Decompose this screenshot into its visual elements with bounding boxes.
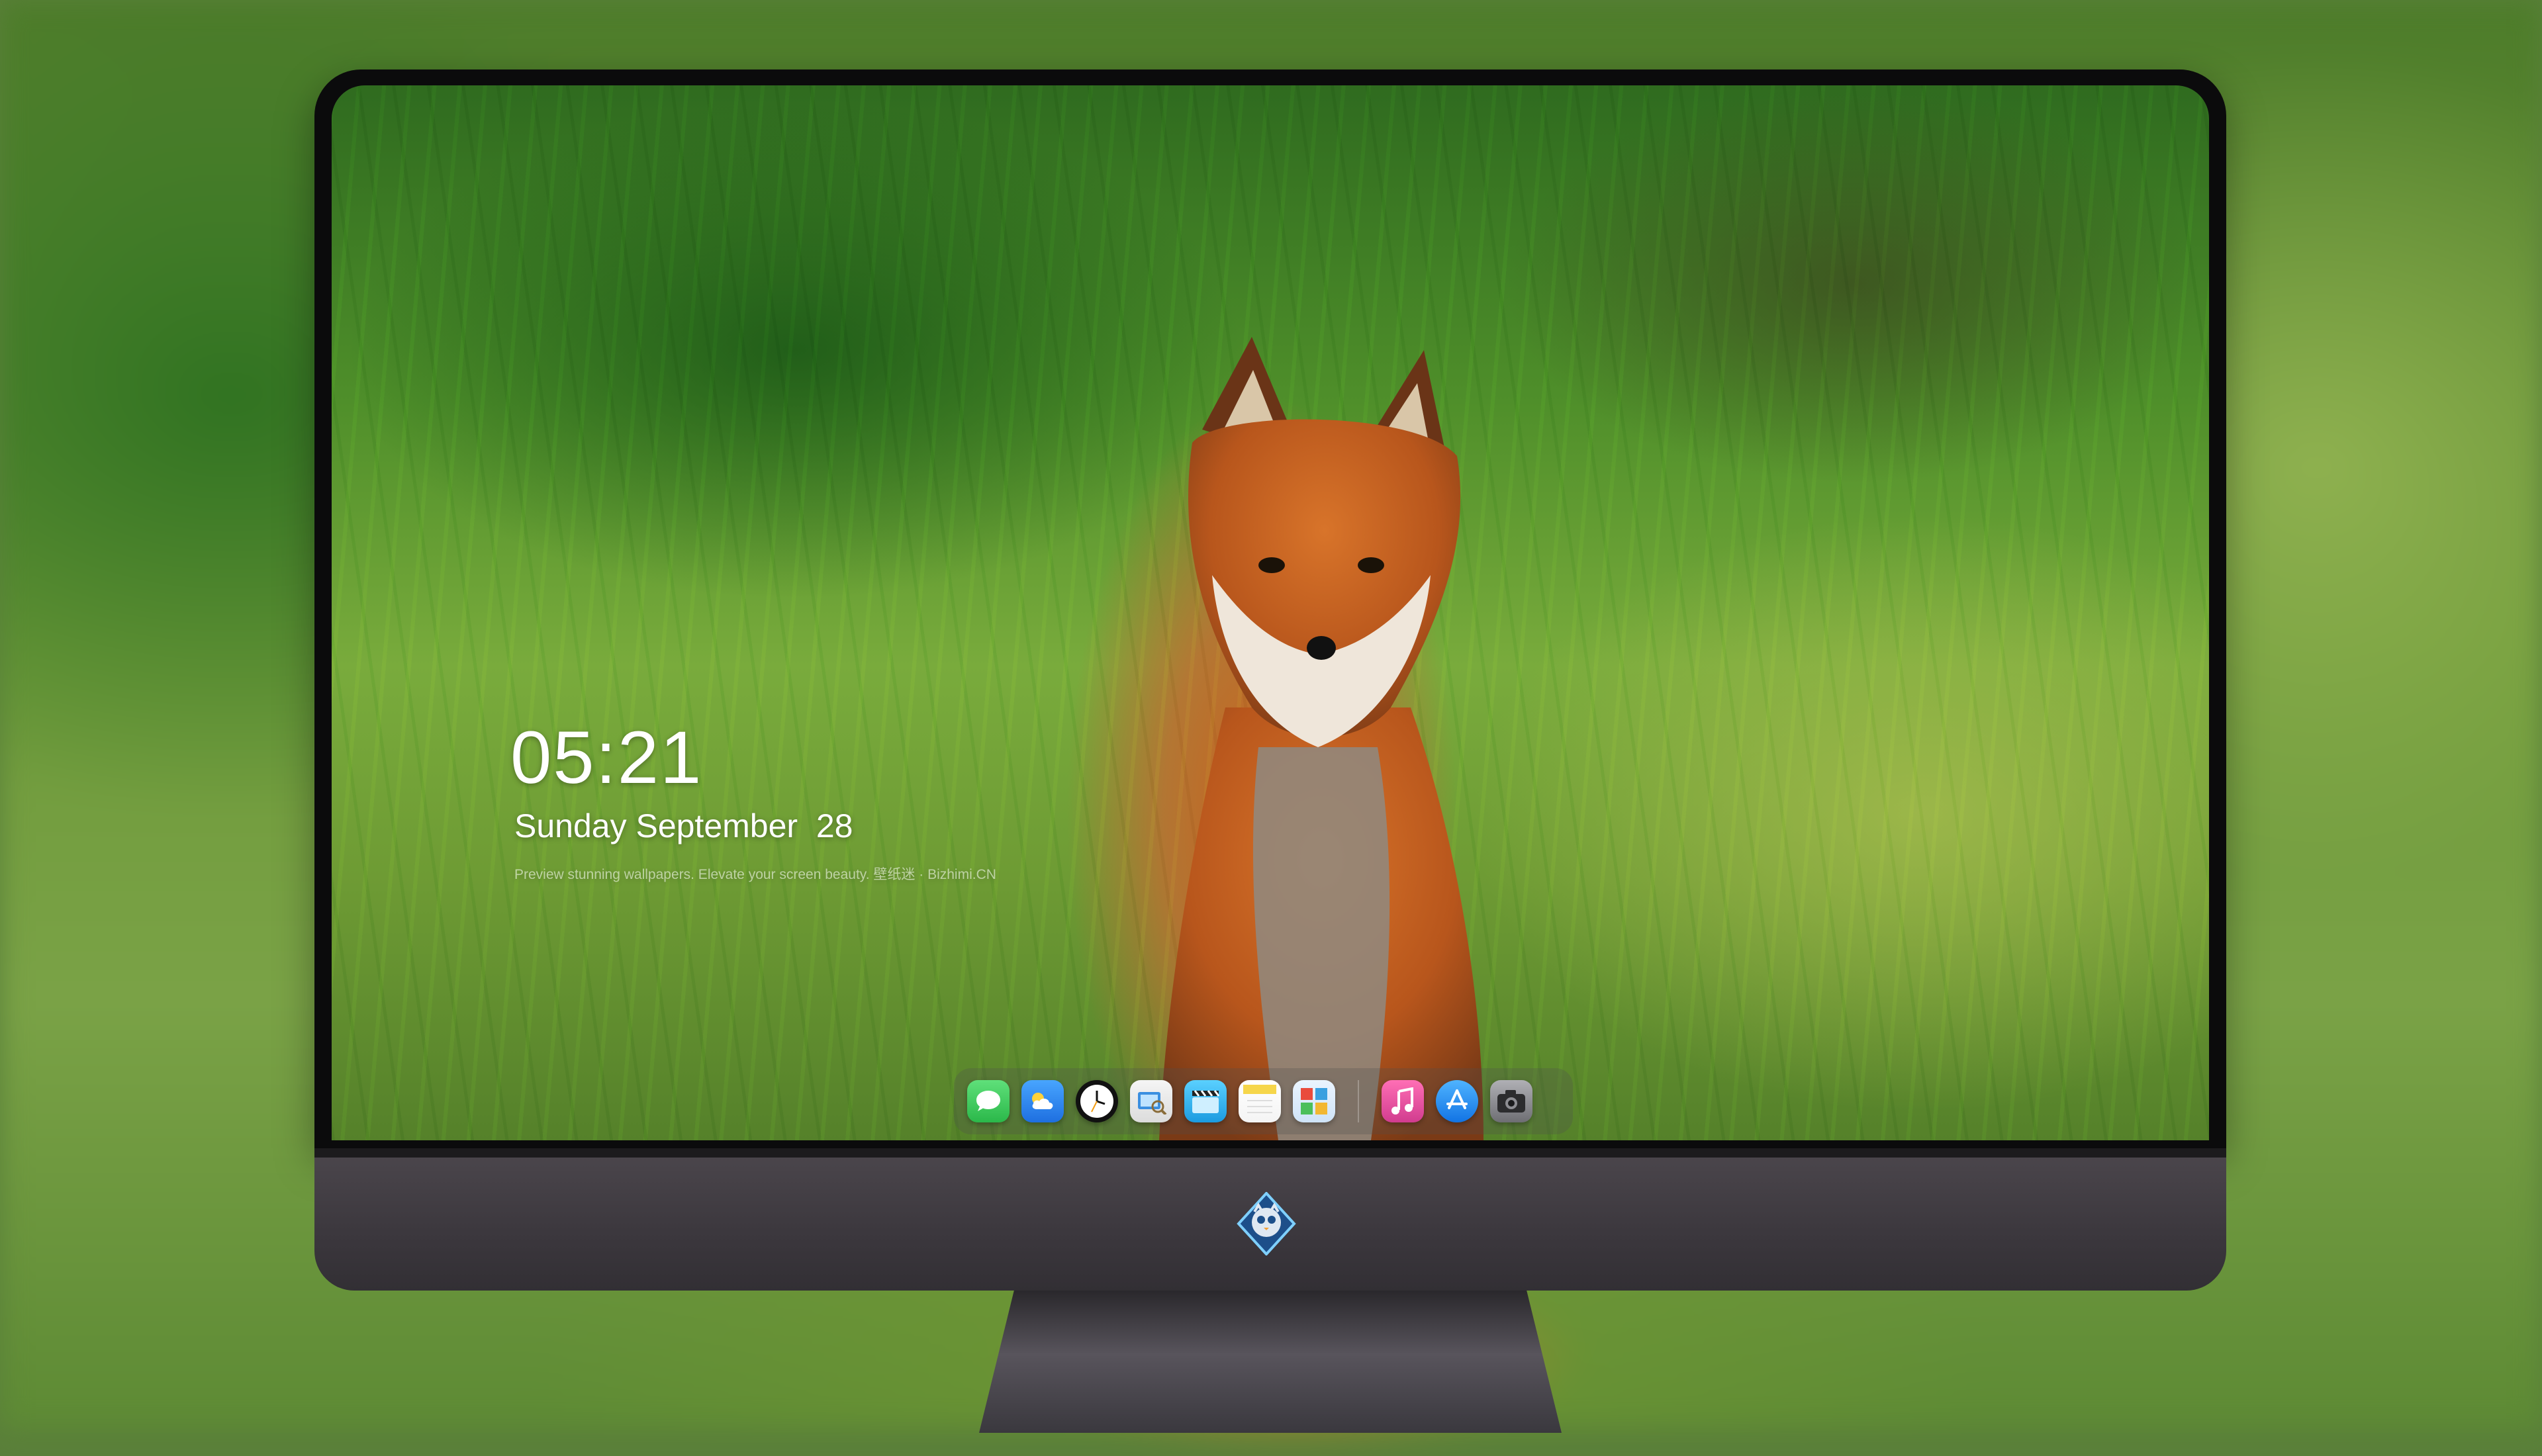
camera-icon[interactable] xyxy=(1490,1080,1532,1122)
dock-separator xyxy=(1358,1080,1359,1122)
notes-icon[interactable] xyxy=(1239,1080,1281,1122)
dock xyxy=(954,1068,1573,1134)
wallpaper-tagline: Preview stunning wallpapers. Elevate you… xyxy=(514,867,996,882)
clock-date: Sunday September 28 xyxy=(514,807,853,844)
photo-browser-icon[interactable] xyxy=(1293,1080,1335,1122)
clock-icon[interactable] xyxy=(1076,1080,1118,1122)
messages-icon[interactable] xyxy=(967,1080,1010,1122)
music-icon[interactable] xyxy=(1382,1080,1424,1122)
preview-icon[interactable] xyxy=(1130,1080,1172,1122)
weather-icon[interactable] xyxy=(1021,1080,1064,1122)
lockscreen-clock-widget: 05:21 Sunday September 28 Preview stunni… xyxy=(510,721,996,884)
owl-mascot-logo xyxy=(1233,1191,1299,1257)
app-store-icon[interactable] xyxy=(1436,1080,1478,1122)
monitor-chin xyxy=(314,1148,2226,1291)
desktop-screen[interactable]: 05:21 Sunday September 28 Preview stunni… xyxy=(332,85,2209,1140)
fox-wallpaper-image xyxy=(1159,337,1483,1140)
monitor: 05:21 Sunday September 28 Preview stunni… xyxy=(314,69,2226,1433)
monitor-bezel: 05:21 Sunday September 28 Preview stunni… xyxy=(314,69,2226,1148)
clock-time: 05:21 xyxy=(510,716,703,799)
monitor-stand xyxy=(979,1291,1562,1433)
clips-icon[interactable] xyxy=(1184,1080,1227,1122)
